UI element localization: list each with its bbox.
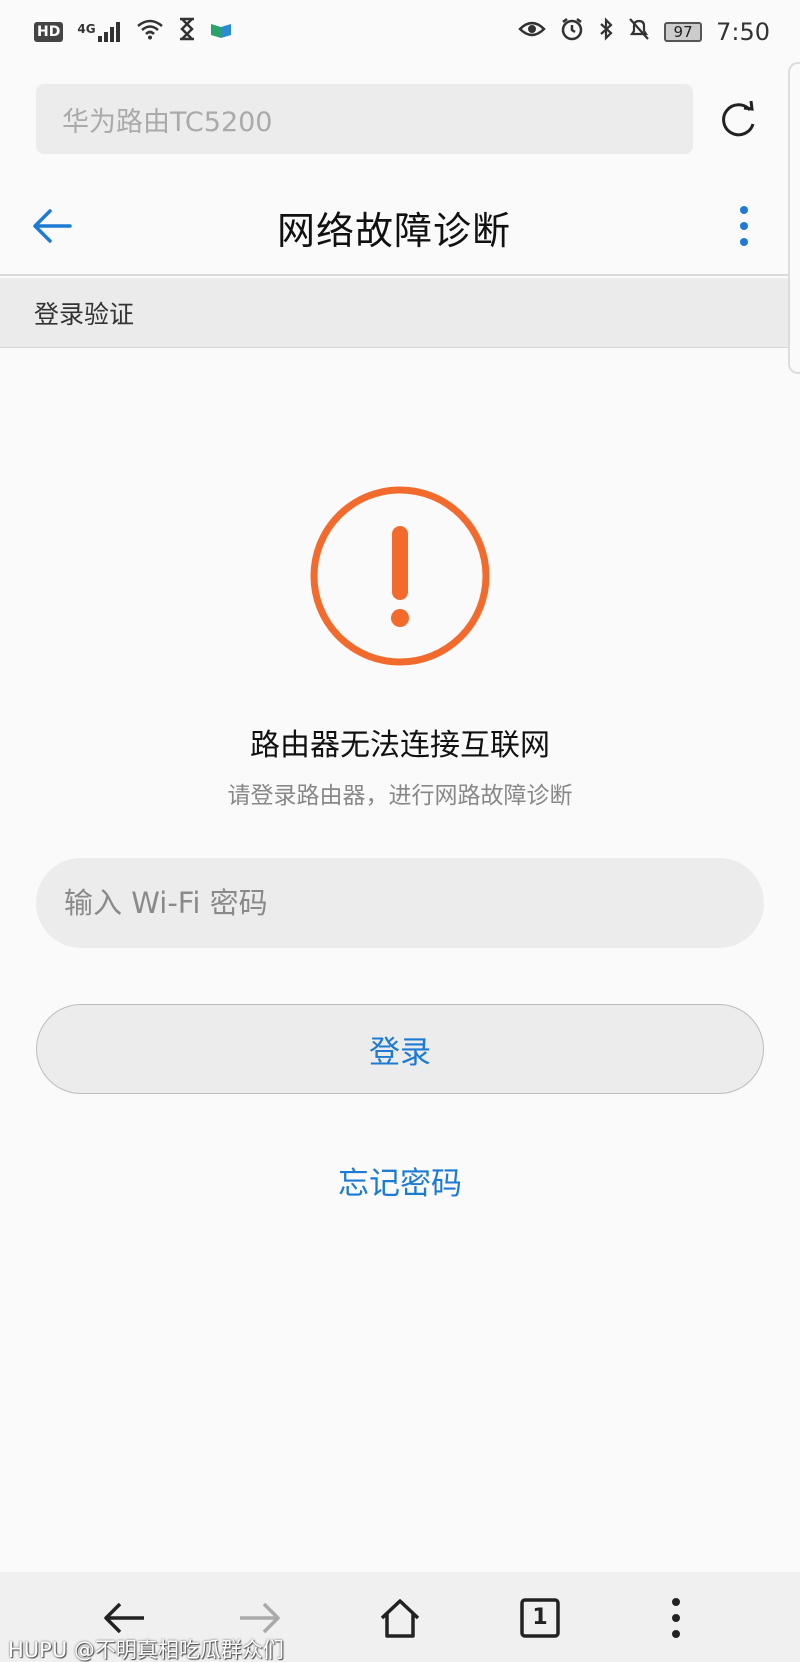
- status-bar: HD 4G 97 7:50: [0, 0, 800, 64]
- section-title: 登录验证: [34, 299, 135, 329]
- error-headline: 路由器无法连接互联网: [250, 728, 550, 763]
- wifi-icon: [136, 18, 164, 46]
- mute-bell-icon: [628, 17, 650, 47]
- watermark: HUPU @不明真相吃瓜群众们: [8, 1638, 284, 1662]
- error-subline: 请登录路由器，进行网路故障诊断: [227, 783, 573, 809]
- network-type-label: 4G: [77, 22, 96, 36]
- eye-icon: [518, 19, 546, 45]
- address-bar[interactable]: 华为路由TC5200: [36, 84, 693, 154]
- status-right: 97 7:50: [518, 17, 770, 47]
- hd-badge: HD: [34, 22, 64, 42]
- section-header: 登录验证: [0, 278, 788, 348]
- login-button[interactable]: 登录: [36, 1004, 764, 1094]
- home-button[interactable]: [376, 1594, 424, 1642]
- hourglass-icon: [178, 17, 196, 47]
- status-left: HD 4G: [34, 17, 232, 47]
- wifi-password-input[interactable]: [36, 858, 764, 948]
- reload-icon: [722, 100, 755, 137]
- battery-indicator: 97: [664, 22, 703, 42]
- warning-icon: [308, 484, 492, 668]
- tabs-button[interactable]: 1: [516, 1594, 564, 1642]
- alarm-icon: [560, 17, 584, 47]
- home-icon: [380, 1599, 420, 1638]
- more-options-button[interactable]: [735, 202, 753, 250]
- more-vert-icon: [672, 1598, 680, 1638]
- reload-button[interactable]: [716, 98, 760, 142]
- menu-button[interactable]: [652, 1594, 700, 1642]
- browser-screen: HD 4G 97 7:50 华为路由TC5200 网络故障诊断 登录验证 路由器…: [0, 0, 800, 1662]
- more-vert-icon: [740, 206, 748, 246]
- back-button[interactable]: [30, 204, 74, 248]
- page-title: 网络故障诊断: [276, 208, 511, 253]
- clock: 7:50: [716, 18, 770, 46]
- address-placeholder: 华为路由TC5200: [62, 106, 273, 138]
- back-arrow-icon: [33, 209, 72, 243]
- tab-count: 1: [532, 1605, 548, 1630]
- side-panel-edge[interactable]: [788, 62, 800, 374]
- forgot-password-label: 忘记密码: [338, 1166, 462, 1202]
- forgot-password-link[interactable]: 忘记密码: [0, 1158, 800, 1203]
- page-header: 网络故障诊断: [0, 180, 788, 276]
- cellular-signal-icon: 4G: [77, 22, 121, 42]
- bluetooth-icon: [598, 17, 614, 47]
- book-app-icon: [210, 20, 232, 45]
